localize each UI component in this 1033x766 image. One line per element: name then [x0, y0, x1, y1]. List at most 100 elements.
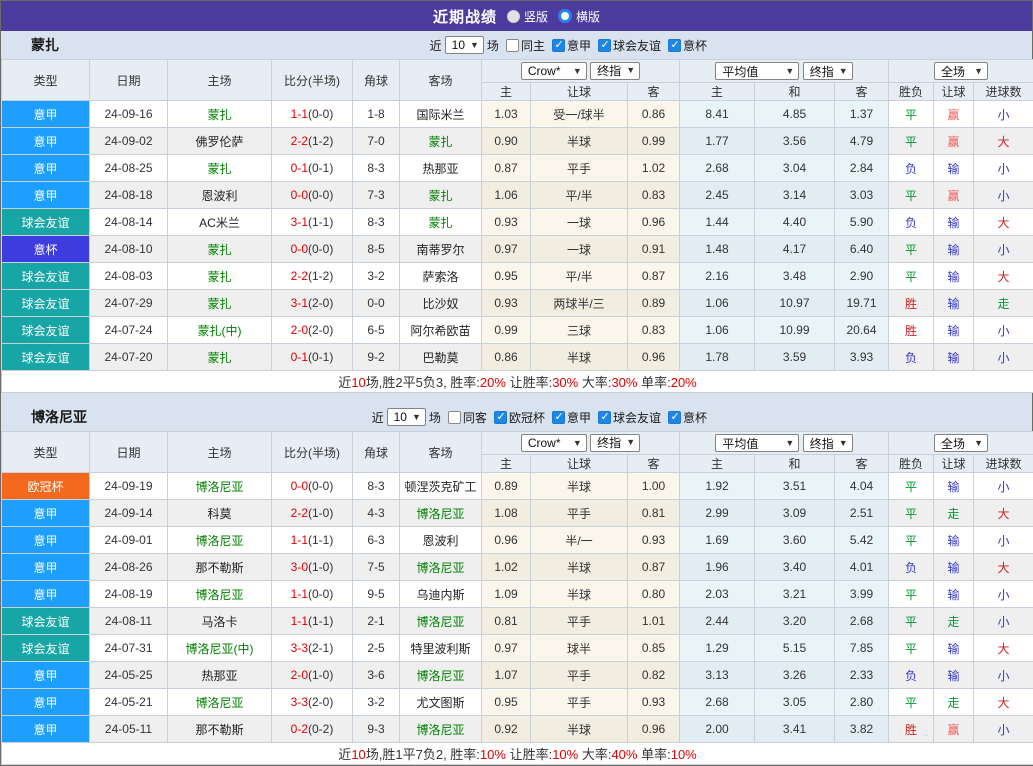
filter-checkbox-2[interactable]: 意甲 [552, 409, 591, 426]
bookmaker-select-value: Crow* [528, 436, 561, 450]
away-team[interactable]: 萨索洛 [400, 263, 482, 290]
checkbox-checked-icon[interactable] [598, 39, 611, 52]
away-team[interactable]: 比沙奴 [400, 290, 482, 317]
checkbox-checked-icon[interactable] [598, 411, 611, 424]
away-team[interactable]: 蒙扎 [400, 209, 482, 236]
checkbox-checked-icon[interactable] [552, 411, 565, 424]
filter-checkbox-1[interactable]: 欧冠杯 [494, 409, 545, 426]
away-team[interactable]: 国际米兰 [400, 101, 482, 128]
league-badge: 欧冠杯 [2, 473, 90, 500]
filter-checkbox-1[interactable]: 意甲 [552, 37, 591, 54]
away-team[interactable]: 热那亚 [400, 155, 482, 182]
checkbox-checked-icon[interactable] [668, 411, 681, 424]
bookmaker-select[interactable]: Crow*▼ [521, 434, 587, 452]
bookmaker-select[interactable]: Crow*▼ [521, 62, 587, 80]
score-cell: 0-0(0-0) [272, 473, 353, 500]
away-team[interactable]: 博洛尼亚 [400, 662, 482, 689]
home-team[interactable]: 恩波利 [168, 182, 272, 209]
result-handicap: 输 [934, 527, 974, 554]
avg-home: 2.44 [680, 608, 755, 635]
away-team[interactable]: 博洛尼亚 [400, 554, 482, 581]
checkbox-unchecked-icon[interactable] [448, 411, 461, 424]
away-odds: 0.99 [628, 128, 680, 155]
fulltime-select[interactable]: 全场▼ [934, 62, 988, 80]
filter-checkbox-4[interactable]: 意杯 [668, 409, 707, 426]
col-header-home: 主场 [168, 432, 272, 473]
filter-checkbox-2[interactable]: 球会友谊 [598, 37, 661, 54]
filter-checkbox-3[interactable]: 意杯 [668, 37, 707, 54]
away-team[interactable]: 蒙扎 [400, 182, 482, 209]
home-team[interactable]: 蒙扎 [168, 344, 272, 371]
home-team[interactable]: 博洛尼亚 [168, 581, 272, 608]
away-team[interactable]: 巴勒莫 [400, 344, 482, 371]
checkbox-checked-icon[interactable] [494, 411, 507, 424]
home-team[interactable]: 佛罗伦萨 [168, 128, 272, 155]
odds-stage-select[interactable]: 终指▼ [590, 62, 640, 80]
result-outcome: 平 [889, 263, 934, 290]
home-team[interactable]: 蒙扎 [168, 263, 272, 290]
avg-stage-select[interactable]: 终指▼ [803, 62, 853, 80]
odds-stage-select[interactable]: 终指▼ [590, 434, 640, 452]
fulltime-select[interactable]: 全场▼ [934, 434, 988, 452]
league-badge: 意甲 [2, 689, 90, 716]
home-team[interactable]: 蒙扎 [168, 101, 272, 128]
away-team[interactable]: 乌迪内斯 [400, 581, 482, 608]
away-team[interactable]: 阿尔希欧苗 [400, 317, 482, 344]
layout-radio-horizontal[interactable]: 横版 [558, 8, 600, 25]
col-header-odds-handicap: 让球 [531, 455, 628, 473]
match-date: 24-08-11 [90, 608, 168, 635]
home-team[interactable]: 那不勒斯 [168, 716, 272, 743]
avg-draw: 4.17 [755, 236, 835, 263]
filter-checkbox-3[interactable]: 球会友谊 [598, 409, 661, 426]
result-goals: 大 [974, 263, 1033, 290]
recent-count-select[interactable]: 10▼ [445, 36, 484, 54]
match-date: 24-08-26 [90, 554, 168, 581]
home-team[interactable]: 蒙扎 [168, 290, 272, 317]
home-team[interactable]: 科莫 [168, 500, 272, 527]
away-team[interactable]: 恩波利 [400, 527, 482, 554]
halftime-score: (0-1) [308, 161, 333, 175]
recent-count-select[interactable]: 10▼ [387, 408, 426, 426]
checkbox-checked-icon[interactable] [552, 39, 565, 52]
home-team[interactable]: 蒙扎 [168, 155, 272, 182]
average-select[interactable]: 平均值▼ [715, 434, 799, 452]
away-team[interactable]: 博洛尼亚 [400, 608, 482, 635]
home-team[interactable]: AC米兰 [168, 209, 272, 236]
filter-checkbox-label: 球会友谊 [613, 409, 661, 426]
away-team[interactable]: 尤文图斯 [400, 689, 482, 716]
radio-selected-icon[interactable] [558, 9, 572, 23]
away-team[interactable]: 博洛尼亚 [400, 500, 482, 527]
home-team[interactable]: 博洛尼亚(中) [168, 635, 272, 662]
home-team[interactable]: 热那亚 [168, 662, 272, 689]
away-team[interactable]: 蒙扎 [400, 128, 482, 155]
home-team[interactable]: 博洛尼亚 [168, 527, 272, 554]
away-team[interactable]: 顿涅茨克矿工 [400, 473, 482, 500]
avg-draw: 10.99 [755, 317, 835, 344]
checkbox-checked-icon[interactable] [668, 39, 681, 52]
home-team[interactable]: 马洛卡 [168, 608, 272, 635]
avg-away: 2.84 [835, 155, 889, 182]
score-cell: 2-2(1-2) [272, 128, 353, 155]
filter-checkbox-0[interactable]: 同主 [506, 37, 545, 54]
away-team[interactable]: 博洛尼亚 [400, 716, 482, 743]
result-handicap: 输 [934, 209, 974, 236]
home-odds: 0.95 [482, 689, 531, 716]
handicap-line: 半球 [531, 473, 628, 500]
home-team[interactable]: 蒙扎 [168, 236, 272, 263]
average-select[interactable]: 平均值▼ [715, 62, 799, 80]
radio-unselected-icon[interactable] [507, 10, 520, 23]
layout-radio-vertical[interactable]: 竖版 [507, 8, 548, 25]
away-team[interactable]: 南蒂罗尔 [400, 236, 482, 263]
result-handicap: 输 [934, 263, 974, 290]
match-date: 24-08-14 [90, 209, 168, 236]
checkbox-unchecked-icon[interactable] [506, 39, 519, 52]
chevron-down-icon: ▼ [839, 67, 848, 76]
filter-checkbox-0[interactable]: 同客 [448, 409, 487, 426]
home-team[interactable]: 那不勒斯 [168, 554, 272, 581]
home-team[interactable]: 博洛尼亚 [168, 689, 272, 716]
home-team[interactable]: 蒙扎(中) [168, 317, 272, 344]
home-team[interactable]: 博洛尼亚 [168, 473, 272, 500]
away-team[interactable]: 特里波利斯 [400, 635, 482, 662]
fulltime-score: 1-1 [291, 107, 308, 121]
avg-stage-select[interactable]: 终指▼ [803, 434, 853, 452]
